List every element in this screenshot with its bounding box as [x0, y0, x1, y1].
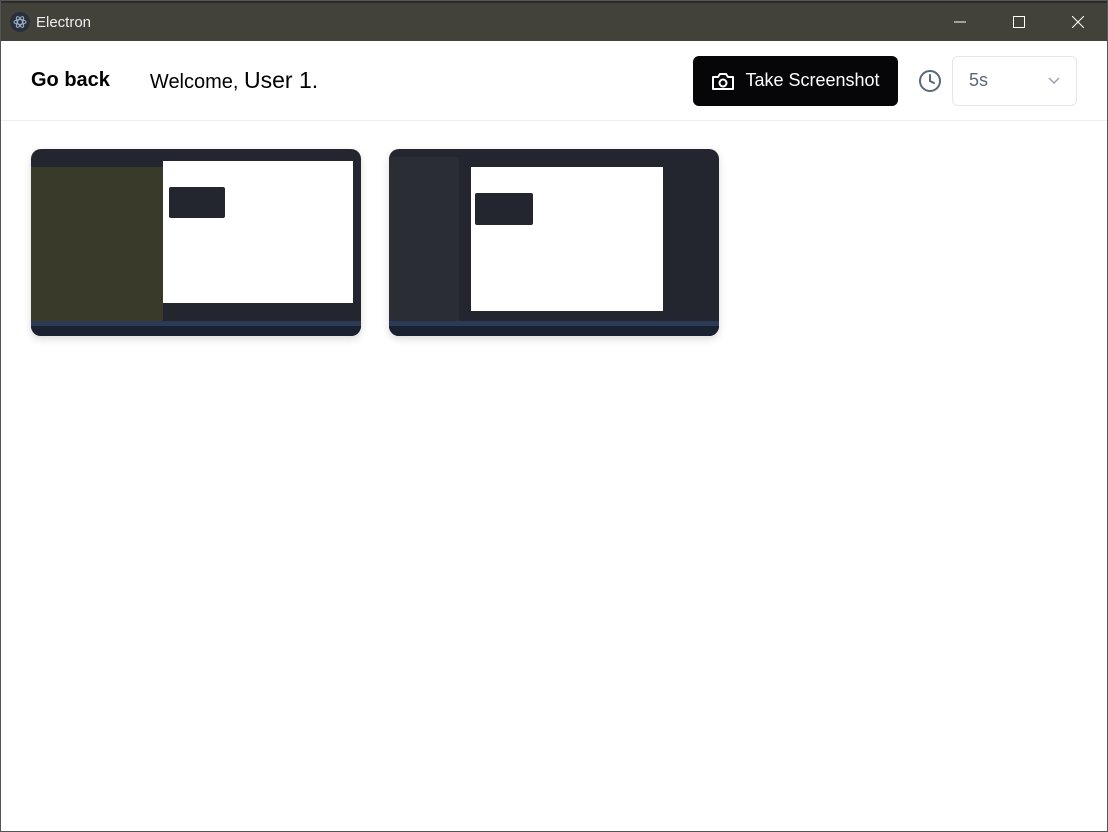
user-name: User 1.: [244, 67, 319, 93]
title-bar: Electron: [1, 1, 1107, 41]
screenshot-gallery: [1, 121, 1107, 336]
chevron-down-icon: [1048, 76, 1060, 84]
screenshot-thumbnail[interactable]: [31, 149, 361, 336]
screenshot-thumbnail[interactable]: [389, 149, 719, 336]
close-button[interactable]: [1048, 3, 1107, 41]
app-header: Go back Welcome, User 1. Take Screenshot…: [1, 41, 1107, 121]
electron-icon: [10, 12, 30, 32]
minimize-button[interactable]: [930, 3, 989, 41]
interval-select[interactable]: 5s: [952, 55, 1077, 106]
welcome-text: Welcome, User 1.: [149, 67, 319, 93]
clock-icon: [919, 69, 941, 92]
go-back-link[interactable]: Go back: [31, 69, 110, 92]
close-icon: [1071, 16, 1084, 28]
minimize-icon: [953, 21, 966, 23]
window-title: Electron: [36, 13, 92, 31]
maximize-button[interactable]: [989, 3, 1048, 41]
maximize-icon: [1012, 16, 1025, 28]
take-screenshot-button[interactable]: Take Screenshot: [693, 55, 898, 106]
camera-icon: [712, 72, 735, 90]
